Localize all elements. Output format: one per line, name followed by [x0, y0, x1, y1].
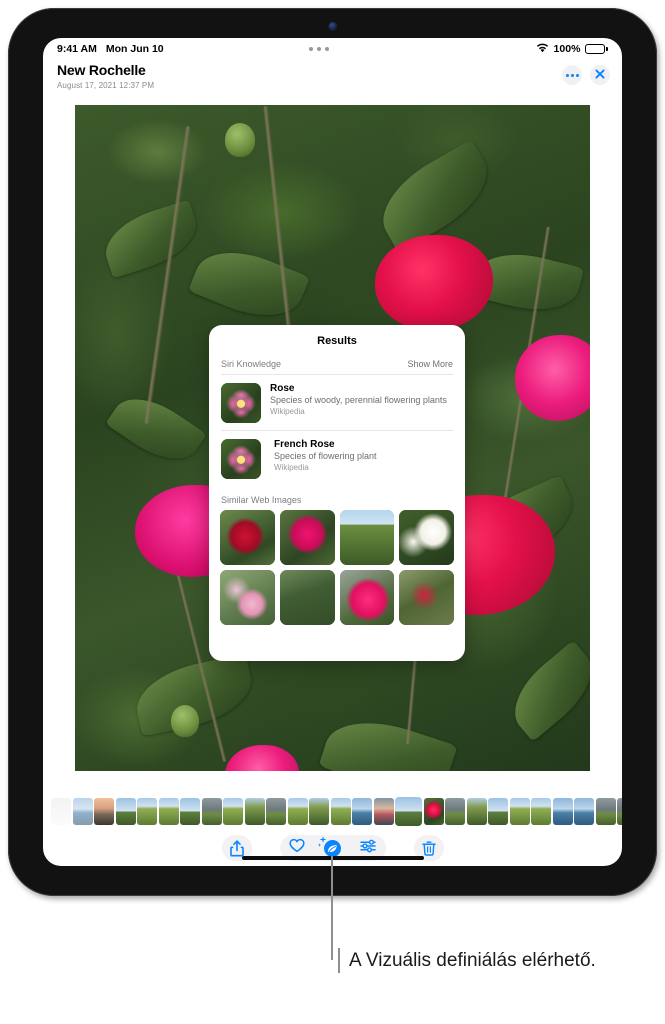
ellipsis-icon: [565, 73, 579, 77]
knowledge-row[interactable]: Rose Species of woody, perennial floweri…: [209, 375, 465, 430]
show-more-button[interactable]: Show More: [407, 359, 453, 369]
rose-bush-photo[interactable]: Results Siri Knowledge Show More Rose Sp…: [75, 105, 590, 771]
wifi-icon: [536, 43, 549, 56]
front-camera-icon: [328, 22, 337, 31]
filmstrip-thumb[interactable]: [201, 797, 222, 825]
photo-stage: Results Siri Knowledge Show More Rose Sp…: [43, 105, 622, 793]
filmstrip-thumb[interactable]: [137, 797, 157, 825]
knowledge-description: Species of flowering plant: [274, 451, 377, 461]
filmstrip-thumb[interactable]: [595, 797, 616, 825]
pink-rose-thumbnail: [221, 383, 261, 423]
close-button[interactable]: [590, 65, 610, 85]
filmstrip-thumb[interactable]: [244, 797, 265, 825]
knowledge-text: Rose Species of woody, perennial floweri…: [270, 383, 447, 423]
visual-look-up-sparkle-icon: [324, 839, 341, 857]
filmstrip-thumb[interactable]: [488, 797, 508, 825]
filmstrip-thumb[interactable]: [552, 797, 573, 825]
page-title: New Rochelle: [57, 62, 146, 78]
similar-web-images-label: Similar Web Images: [221, 495, 302, 505]
visual-look-up-results-popup[interactable]: Results Siri Knowledge Show More Rose Sp…: [209, 325, 465, 661]
filmstrip-thumb[interactable]: [574, 797, 594, 825]
french-rose-thumbnail: [221, 439, 261, 479]
sparkle-icon: [317, 843, 322, 847]
photo-filmstrip[interactable]: [43, 794, 622, 828]
heart-icon: [288, 838, 305, 858]
similar-web-image[interactable]: [399, 510, 454, 565]
similar-web-image[interactable]: [399, 569, 454, 625]
page-subtitle: August 17, 2021 12:37 PM: [57, 81, 155, 90]
siri-knowledge-section-header: Siri Knowledge Show More: [209, 347, 465, 374]
filmstrip-thumb[interactable]: [223, 797, 243, 825]
filmstrip-thumb[interactable]: [373, 797, 394, 825]
header-actions: [562, 65, 610, 85]
siri-knowledge-label: Siri Knowledge: [221, 359, 282, 369]
callout-caption: A Vizuális definiálás elérhető.: [338, 948, 648, 974]
status-bar-left: 9:41 AM Mon Jun 10: [57, 43, 164, 55]
filmstrip-thumb[interactable]: [72, 797, 93, 825]
filmstrip-thumb[interactable]: [158, 797, 179, 825]
knowledge-title: Rose: [270, 383, 295, 394]
photo-detail-header: New Rochelle August 17, 2021 12:37 PM: [43, 60, 622, 105]
battery-full-icon: [585, 44, 608, 54]
pink-rose-bloom: [515, 335, 590, 421]
knowledge-row[interactable]: French Rose Species of flowering plant W…: [209, 431, 465, 486]
filmstrip-thumb[interactable]: [445, 797, 465, 825]
ipad-device-frame: 9:41 AM Mon Jun 10 100% New Rochelle Aug…: [8, 8, 657, 896]
title-block: New Rochelle August 17, 2021 12:37 PM: [57, 62, 154, 90]
ipad-screen: 9:41 AM Mon Jun 10 100% New Rochelle Aug…: [43, 38, 622, 866]
similar-web-image[interactable]: [339, 510, 395, 565]
rose-bud: [225, 123, 255, 157]
battery-percent-label: 100%: [553, 43, 581, 55]
rose-bud: [171, 705, 199, 737]
knowledge-text: French Rose Species of flowering plant W…: [270, 439, 377, 479]
more-options-button[interactable]: [562, 65, 582, 85]
filmstrip-thumb[interactable]: [94, 797, 114, 825]
filmstrip-thumb[interactable]: [51, 797, 71, 825]
adjust-sliders-icon: [360, 839, 377, 858]
multitasking-dots-icon[interactable]: [308, 47, 329, 51]
similar-web-image[interactable]: [279, 510, 335, 565]
status-time: 9:41 AM: [57, 43, 97, 55]
knowledge-source: Wikipedia: [270, 407, 305, 417]
status-date: Mon Jun 10: [105, 43, 164, 55]
filmstrip-thumb[interactable]: [330, 797, 351, 825]
callout-leader-line: [331, 856, 333, 960]
close-x-icon: [595, 66, 605, 84]
similar-web-images-grid: [209, 510, 465, 636]
filmstrip-thumb[interactable]: [617, 797, 622, 825]
similar-web-image[interactable]: [220, 510, 275, 565]
filmstrip-thumb[interactable]: [180, 797, 200, 825]
filmstrip-thumb[interactable]: [466, 797, 487, 825]
knowledge-title: French Rose: [274, 439, 335, 450]
filmstrip-thumb[interactable]: [287, 797, 308, 825]
knowledge-description: Species of woody, perennial flowering pl…: [270, 395, 447, 405]
filmstrip-thumb[interactable]: [352, 797, 372, 825]
similar-web-image[interactable]: [220, 569, 275, 625]
filmstrip-thumb-selected[interactable]: [395, 796, 422, 826]
filmstrip-thumb[interactable]: [309, 797, 329, 825]
status-bar: 9:41 AM Mon Jun 10 100%: [43, 38, 622, 60]
filmstrip-thumb[interactable]: [266, 797, 286, 825]
knowledge-source: Wikipedia: [274, 463, 309, 473]
filmstrip-thumb[interactable]: [423, 797, 444, 825]
status-bar-right: 100%: [536, 43, 608, 56]
results-title: Results: [317, 335, 357, 347]
similar-web-image[interactable]: [339, 569, 395, 625]
similar-web-image[interactable]: [279, 569, 335, 625]
filmstrip-thumb[interactable]: [509, 797, 530, 825]
filmstrip-thumb[interactable]: [531, 797, 551, 825]
filmstrip-thumb[interactable]: [115, 797, 136, 825]
